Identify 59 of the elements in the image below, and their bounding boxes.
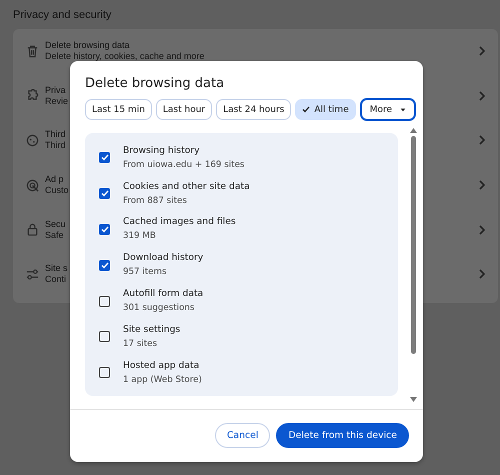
data-type-label: Hosted app data <box>123 360 200 372</box>
setting-title: Priva <box>45 84 66 96</box>
data-type-detail: 957 items <box>123 266 166 278</box>
setting-description: Third <box>45 140 66 152</box>
checkbox[interactable] <box>99 224 110 235</box>
checkbox[interactable] <box>99 260 110 271</box>
cookie-icon <box>26 134 39 147</box>
checkbox[interactable] <box>99 188 110 200</box>
sliders-icon <box>26 268 39 281</box>
chevron-right-icon[interactable] <box>478 180 486 190</box>
time-range-chip[interactable]: Last 15 min <box>85 99 152 120</box>
chevron-right-icon[interactable] <box>478 224 486 235</box>
data-type-label: Cached images and files <box>123 216 236 228</box>
data-type-label: Download history <box>123 252 204 264</box>
cancel-button[interactable]: Cancel <box>214 423 270 448</box>
setting-title: Secu <box>45 218 66 230</box>
checkbox[interactable] <box>99 152 110 164</box>
setting-description: Custo <box>45 185 69 196</box>
setting-description: Conti <box>45 274 66 286</box>
data-type-detail: From 887 sites <box>123 194 187 207</box>
time-range-chip[interactable]: Last hour <box>156 99 212 120</box>
checkbox[interactable] <box>99 367 110 378</box>
setting-description: Revie <box>45 96 68 107</box>
data-type-label: Browsing history <box>123 144 200 157</box>
data-type-label: Autofill form data <box>123 288 204 300</box>
more-dropdown[interactable]: More <box>360 98 416 121</box>
check-icon <box>302 106 310 113</box>
scroll-down-icon[interactable] <box>410 397 416 402</box>
data-type-label: Site settings <box>123 324 180 336</box>
chevron-right-icon[interactable] <box>478 90 486 101</box>
chevron-right-icon[interactable] <box>478 269 486 280</box>
setting-title: Third <box>45 129 66 140</box>
setting-title: Site s <box>45 263 68 274</box>
data-type-detail: 319 MB <box>123 230 156 242</box>
target-icon <box>26 178 39 192</box>
setting-title: Ad p <box>45 174 64 186</box>
data-type-detail: 17 sites <box>123 338 158 350</box>
time-range-chip[interactable]: All time <box>295 99 356 120</box>
setting-description: Delete history, cookies, cache and more <box>45 51 204 62</box>
section-title: Privacy and security <box>13 9 112 21</box>
delete-button[interactable]: Delete from this device <box>276 423 409 448</box>
trash-icon <box>26 44 39 58</box>
data-type-detail: 301 suggestions <box>123 302 194 314</box>
setting-description: Safe <box>45 230 64 241</box>
data-type-detail: 1 app (Web Store) <box>123 374 202 386</box>
setting-title: Delete browsing data <box>45 40 130 52</box>
checkbox[interactable] <box>99 296 110 307</box>
lock-icon <box>26 223 39 236</box>
dialog-title: Delete browsing data <box>85 76 224 91</box>
checkbox[interactable] <box>99 331 110 342</box>
time-range-chip[interactable]: Last 24 hours <box>216 99 292 120</box>
data-type-detail: From uiowa.edu + 169 sites <box>123 158 244 171</box>
scroll-up-icon[interactable] <box>410 128 416 133</box>
caret-icon <box>400 108 406 112</box>
chevron-right-icon[interactable] <box>478 46 486 56</box>
data-type-label: Cookies and other site data <box>123 180 250 193</box>
scrollbar-thumb[interactable] <box>410 136 416 354</box>
puzzle-icon <box>26 89 39 102</box>
chevron-right-icon[interactable] <box>478 135 486 146</box>
